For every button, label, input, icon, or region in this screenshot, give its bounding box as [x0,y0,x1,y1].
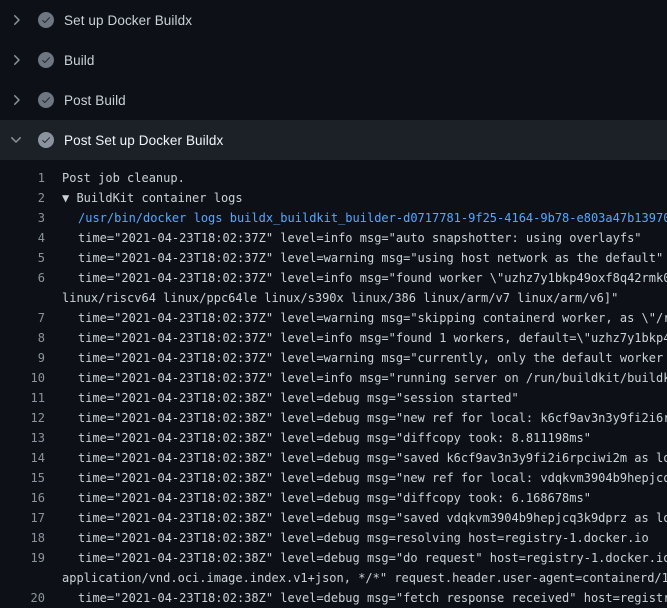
log-line: 11time="2021-04-23T18:02:38Z" level=debu… [0,388,667,408]
log-line-text: /usr/bin/docker logs buildx_buildkit_bui… [45,211,667,225]
log-line: 18time="2021-04-23T18:02:38Z" level=debu… [0,528,667,548]
log-line-number[interactable]: 20 [0,588,45,608]
step-section-row[interactable]: Post Set up Docker Buildx [0,120,667,160]
log-line: application/vnd.oci.image.index.v1+json,… [0,568,667,588]
check-circle-icon [38,132,54,148]
log-line-number[interactable]: 5 [0,248,45,268]
log-line: 5time="2021-04-23T18:02:37Z" level=warni… [0,248,667,268]
check-circle-icon [38,52,54,68]
log-line: 20time="2021-04-23T18:02:38Z" level=debu… [0,588,667,608]
log-line: 3/usr/bin/docker logs buildx_buildkit_bu… [0,208,667,228]
log-line-text: time="2021-04-23T18:02:37Z" level=info m… [45,331,667,345]
log-line-text: time="2021-04-23T18:02:37Z" level=warnin… [45,251,663,265]
chevron-right-icon [8,92,24,108]
log-line-number[interactable]: 11 [0,388,45,408]
check-circle-icon [38,92,54,108]
step-title: Build [64,53,95,68]
log-line-number[interactable]: 6 [0,268,45,288]
step-section-row[interactable]: Build [0,40,667,80]
log-line-number[interactable]: 16 [0,488,45,508]
log-line-text: ▼ BuildKit container logs [45,191,243,205]
log-line-number[interactable]: 14 [0,448,45,468]
log-line-number[interactable]: 19 [0,548,45,568]
log-line-text: time="2021-04-23T18:02:37Z" level=info m… [45,231,642,245]
log-line: 8time="2021-04-23T18:02:37Z" level=info … [0,328,667,348]
collapse-triangle-icon[interactable]: ▼ [62,191,76,205]
log-line-number[interactable]: 7 [0,308,45,328]
step-title: Set up Docker Buildx [64,13,192,28]
log-line-number[interactable]: 13 [0,428,45,448]
log-line: 13time="2021-04-23T18:02:38Z" level=debu… [0,428,667,448]
chevron-down-icon [8,132,24,148]
steps-list: Set up Docker Buildx Build [0,0,667,160]
log-line-number[interactable]: 3 [0,208,45,228]
log-line-text: time="2021-04-23T18:02:38Z" level=debug … [45,531,649,545]
log-line: 4time="2021-04-23T18:02:37Z" level=info … [0,228,667,248]
log-line: 14time="2021-04-23T18:02:38Z" level=debu… [0,448,667,468]
check-circle-icon [38,12,54,28]
step-section-row[interactable]: Post Build [0,80,667,120]
log-line-number[interactable]: 12 [0,408,45,428]
log-line-number[interactable]: 4 [0,228,45,248]
log-line-number[interactable]: 18 [0,528,45,548]
log-line-number[interactable]: 1 [0,168,45,188]
log-line-text: time="2021-04-23T18:02:38Z" level=debug … [45,591,667,605]
log-line-text: time="2021-04-23T18:02:38Z" level=debug … [45,391,519,405]
log-line: 16time="2021-04-23T18:02:38Z" level=debu… [0,488,667,508]
log-line: 9time="2021-04-23T18:02:37Z" level=warni… [0,348,667,368]
log-line-text: time="2021-04-23T18:02:38Z" level=debug … [45,551,667,565]
log-line: 7time="2021-04-23T18:02:37Z" level=warni… [0,308,667,328]
log-line-number[interactable]: 2 [0,188,45,208]
log-line-number[interactable]: 9 [0,348,45,368]
log-line: 10time="2021-04-23T18:02:37Z" level=info… [0,368,667,388]
log-line: 17time="2021-04-23T18:02:38Z" level=debu… [0,508,667,528]
log-line-text: time="2021-04-23T18:02:38Z" level=debug … [45,511,667,525]
log-line: 15time="2021-04-23T18:02:38Z" level=debu… [0,468,667,488]
log-line-text: application/vnd.oci.image.index.v1+json,… [45,571,667,585]
log-line-text: time="2021-04-23T18:02:38Z" level=debug … [45,471,667,485]
log-line-number[interactable]: 10 [0,368,45,388]
log-line-number[interactable]: 15 [0,468,45,488]
log-line-text: time="2021-04-23T18:02:37Z" level=info m… [45,271,667,285]
chevron-right-icon [8,52,24,68]
log-line-number[interactable]: 8 [0,328,45,348]
step-section-row[interactable]: Set up Docker Buildx [0,0,667,40]
step-title: Post Set up Docker Buildx [64,133,223,148]
log-line-text: time="2021-04-23T18:02:37Z" level=info m… [45,371,667,385]
log-line-text: time="2021-04-23T18:02:37Z" level=warnin… [45,311,667,325]
log-line-text: Post job cleanup. [45,171,185,185]
log-line-text: time="2021-04-23T18:02:38Z" level=debug … [45,411,667,425]
log-line-number[interactable]: 17 [0,508,45,528]
step-title: Post Build [64,93,126,108]
log-line-text: time="2021-04-23T18:02:38Z" level=debug … [45,431,591,445]
log-viewer: 1Post job cleanup. 2▼ BuildKit container… [0,160,667,608]
log-line-text: time="2021-04-23T18:02:38Z" level=debug … [45,491,591,505]
log-line: 19time="2021-04-23T18:02:38Z" level=debu… [0,548,667,568]
log-line: 1Post job cleanup. [0,168,667,188]
log-line-text: time="2021-04-23T18:02:37Z" level=warnin… [45,351,667,365]
log-line: 2▼ BuildKit container logs [0,188,667,208]
chevron-right-icon [8,12,24,28]
log-line: 12time="2021-04-23T18:02:38Z" level=debu… [0,408,667,428]
log-line: 6time="2021-04-23T18:02:37Z" level=info … [0,268,667,288]
log-line-text: time="2021-04-23T18:02:38Z" level=debug … [45,451,667,465]
log-line: linux/riscv64 linux/ppc64le linux/s390x … [0,288,667,308]
log-line-text: linux/riscv64 linux/ppc64le linux/s390x … [45,291,618,305]
